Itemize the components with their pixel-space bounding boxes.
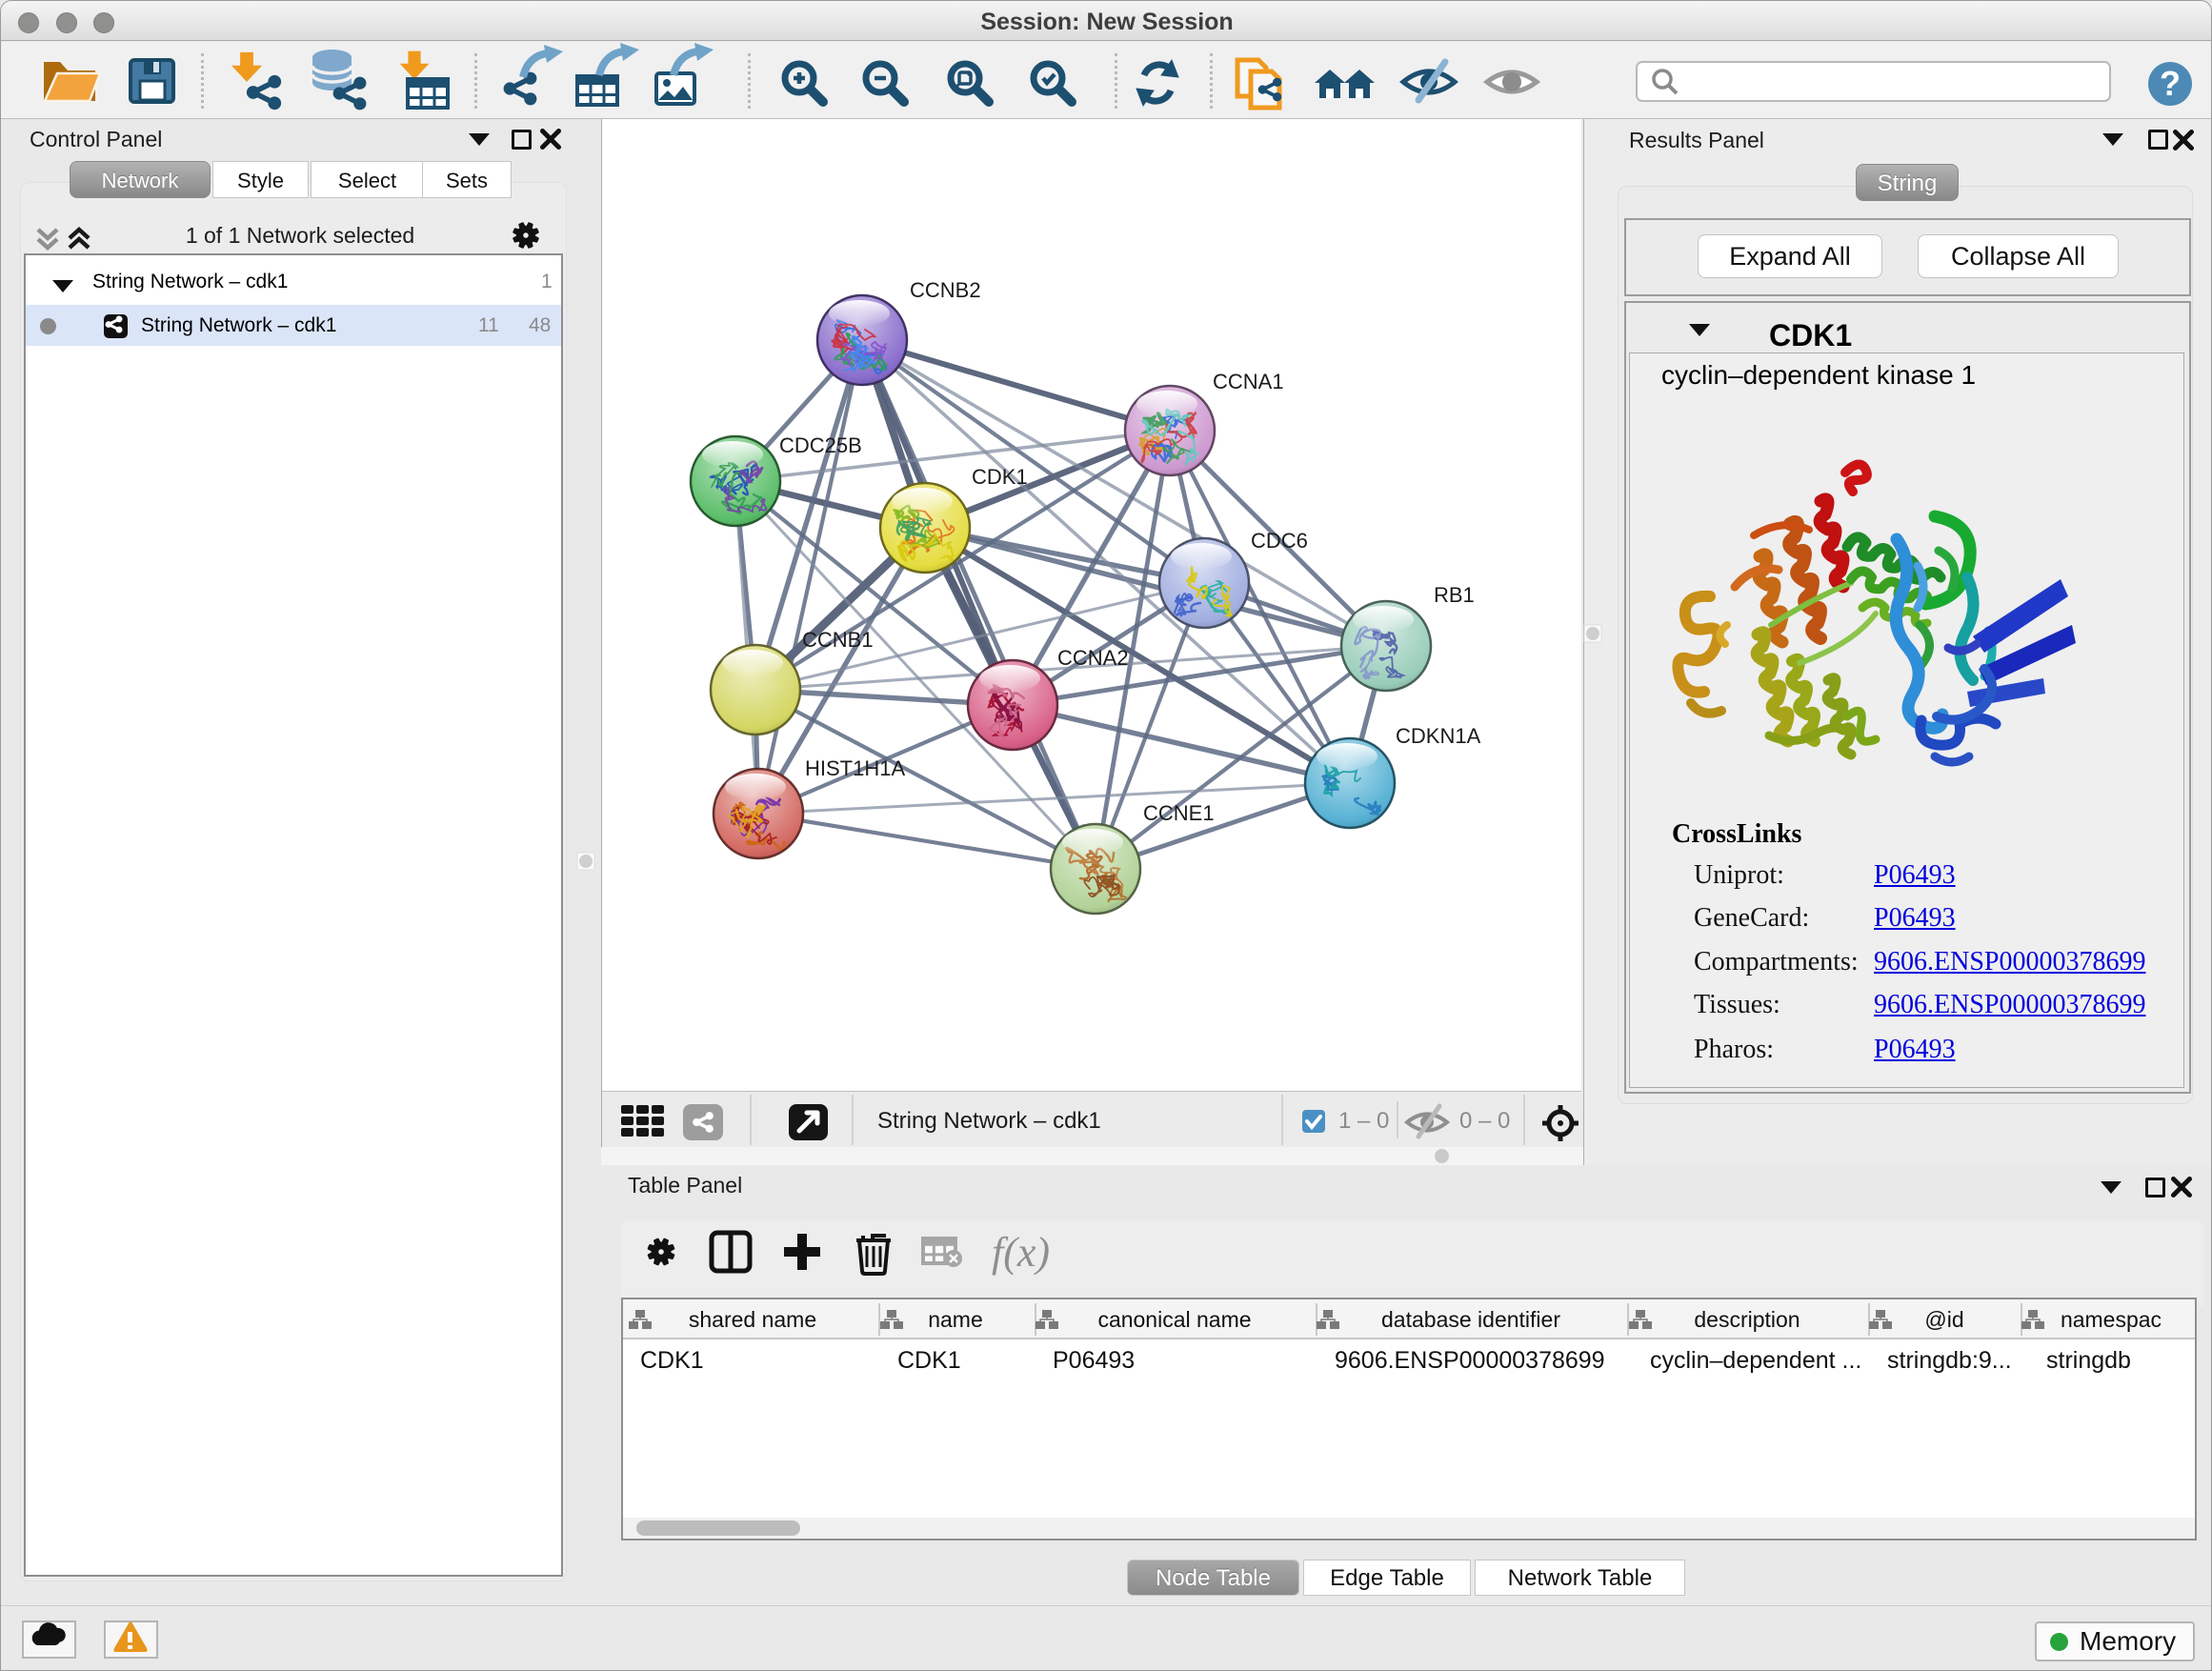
svg-text:CDK1: CDK1 (972, 465, 1028, 489)
svg-text:CCNB2: CCNB2 (910, 278, 981, 302)
svg-text:CCNE1: CCNE1 (1143, 801, 1215, 825)
svg-text:CDKN1A: CDKN1A (1396, 724, 1481, 748)
svg-text:RB1: RB1 (1434, 583, 1475, 607)
svg-text:CCNB1: CCNB1 (802, 628, 874, 652)
svg-text:CCNA2: CCNA2 (1057, 646, 1129, 670)
svg-text:CCNA1: CCNA1 (1213, 370, 1284, 393)
svg-text:HIST1H1A: HIST1H1A (805, 756, 905, 780)
svg-text:CDC25B: CDC25B (779, 433, 862, 457)
svg-text:CDC6: CDC6 (1251, 529, 1308, 553)
